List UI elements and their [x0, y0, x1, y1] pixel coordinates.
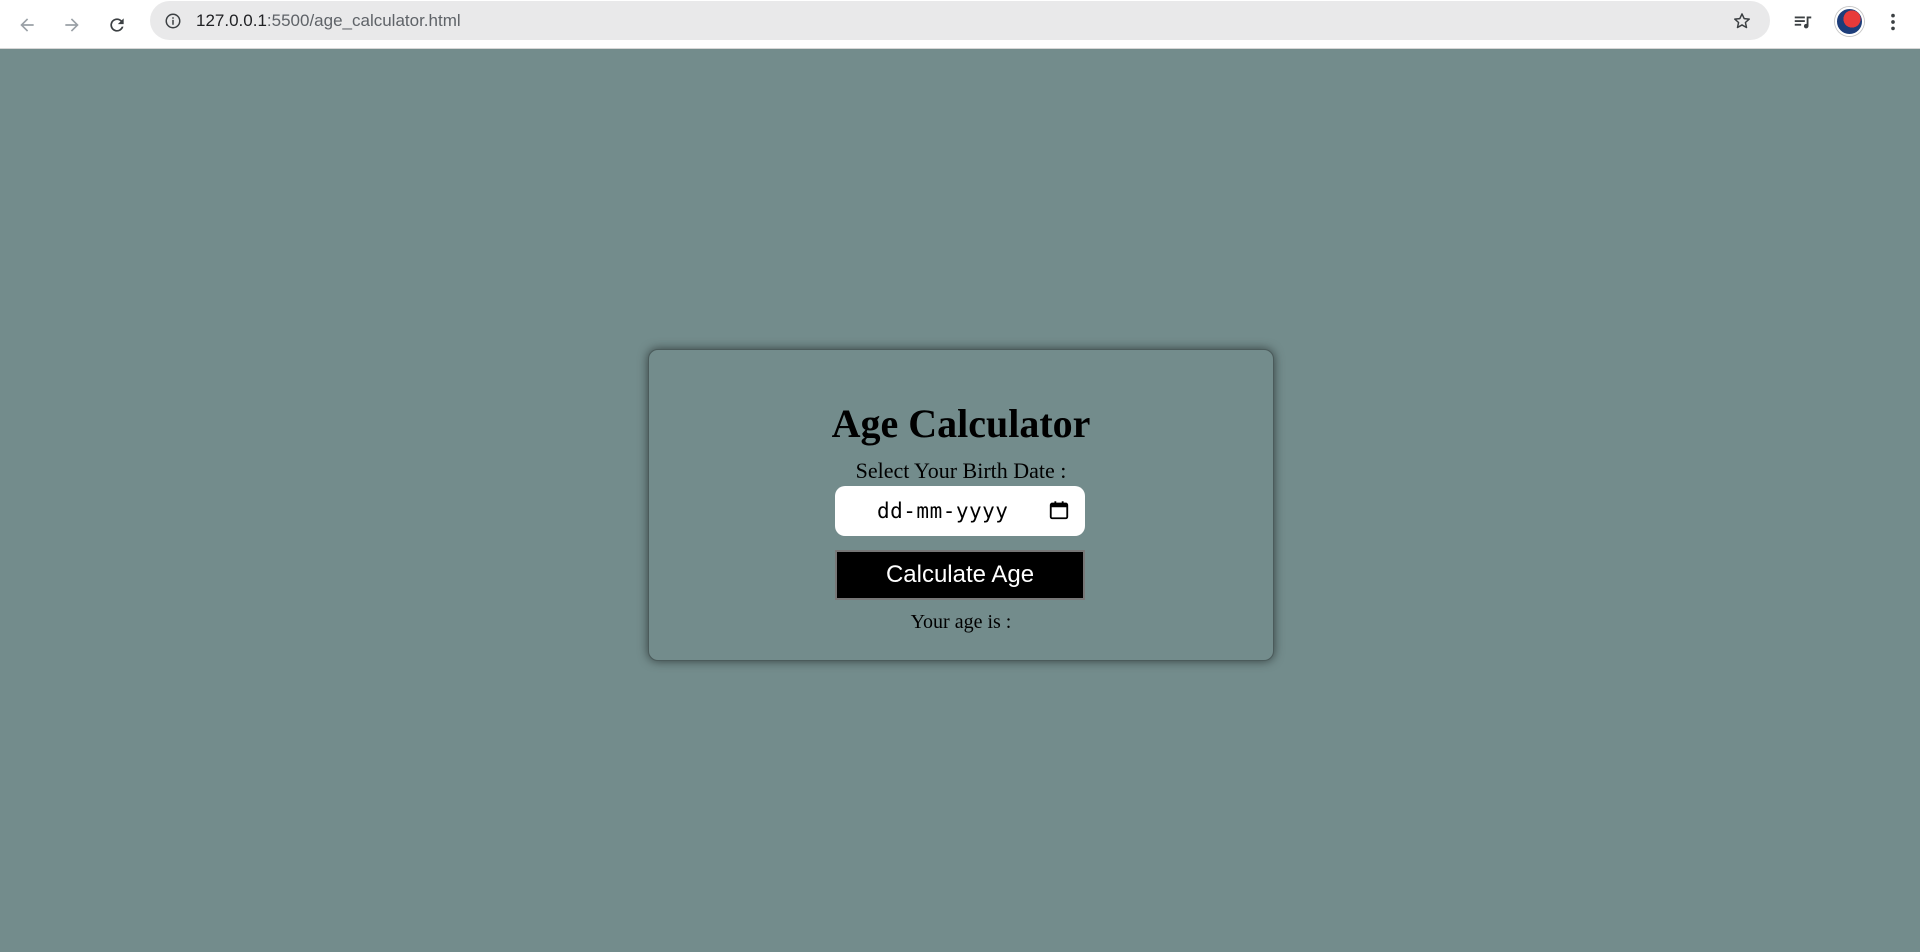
page-title: Age Calculator: [831, 401, 1091, 446]
browser-toolbar: 127.0.0.1:5500/age_calculator.html: [0, 0, 1920, 49]
calendar-icon-graphic: [1049, 501, 1069, 520]
forward-arrow-icon: [65, 18, 79, 32]
reload-button[interactable]: [98, 8, 136, 42]
birth-date-input[interactable]: dd-mm-yyyy: [835, 486, 1085, 536]
calculate-age-button[interactable]: Calculate Age: [835, 550, 1085, 600]
date-placeholder: dd-mm-yyyy: [877, 499, 1009, 523]
back-button[interactable]: [8, 8, 46, 42]
birth-date-label: Select Your Birth Date :: [855, 458, 1067, 483]
media-control-button[interactable]: [1788, 7, 1818, 37]
url-path: :5500/age_calculator.html: [266, 11, 461, 30]
browser-menu-button[interactable]: [1878, 7, 1908, 37]
age-result-text: Your age is :: [910, 611, 1012, 633]
url-text[interactable]: 127.0.0.1:5500/age_calculator.html: [196, 11, 461, 31]
info-icon: [165, 13, 181, 29]
media-playlist-icon: [1794, 16, 1812, 29]
reload-icon: [110, 18, 124, 32]
age-calculator-card: Age Calculator Select Your Birth Date : …: [648, 349, 1274, 661]
site-info-button[interactable]: [161, 9, 185, 33]
calendar-icon[interactable]: [1047, 498, 1071, 522]
forward-button[interactable]: [53, 8, 91, 42]
kebab-menu-icon: [1891, 13, 1895, 31]
address-bar[interactable]: 127.0.0.1:5500/age_calculator.html: [150, 1, 1770, 40]
back-arrow-icon: [20, 18, 34, 32]
bookmark-button[interactable]: [1730, 9, 1754, 33]
url-host: 127.0.0.1: [196, 11, 267, 30]
star-icon: [1734, 13, 1750, 29]
profile-avatar[interactable]: [1835, 7, 1864, 36]
